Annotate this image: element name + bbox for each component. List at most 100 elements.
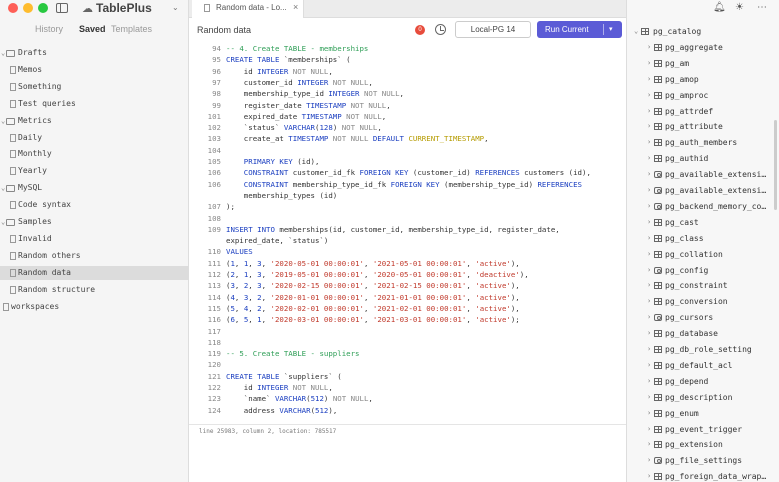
table-item[interactable]: › pg_aggregate [627,40,779,56]
chevron-right-icon[interactable]: › [647,278,651,294]
close-tab-icon[interactable]: × [293,2,298,12]
record-icon[interactable]: 0 [415,25,425,35]
code-token: ); [510,315,520,325]
table-item[interactable]: › pg_constraint [627,278,779,294]
chevron-right-icon[interactable]: › [647,453,651,469]
folder-item[interactable]: ⌄ Drafts [0,46,189,60]
query-item[interactable]: workspaces [0,300,189,314]
chevron-right-icon[interactable]: › [647,72,651,88]
more-icon[interactable]: ⋯ [757,2,767,13]
table-item[interactable]: › pg_class [627,231,779,247]
bell-icon[interactable]: 🔔︎ [713,2,726,13]
run-current-button[interactable]: Run Current ▾ [537,21,622,38]
chevron-right-icon[interactable]: › [647,374,651,390]
scrollbar[interactable] [774,120,777,210]
sql-editor[interactable]: 94 -- 4. Create TABLE - memberships 95 CREA… [189,43,626,423]
sidebar-toggle-icon[interactable] [56,3,68,13]
query-item[interactable]: Monthly [0,147,189,161]
close-window-button[interactable] [8,3,18,13]
table-item[interactable]: › pg_authid [627,151,779,167]
table-item[interactable]: › pg_event_trigger [627,422,779,438]
query-item[interactable]: Test queries [0,97,189,111]
chevron-right-icon[interactable]: › [647,135,651,151]
view-item[interactable]: › pg_file_settings [627,453,779,469]
view-item[interactable]: › pg_available_extensi… [627,183,779,199]
chevron-right-icon[interactable]: › [647,56,651,72]
code-token: INTEGER [257,66,289,76]
query-item[interactable]: Daily [0,131,189,145]
chevron-right-icon[interactable]: › [647,390,651,406]
chevron-right-icon[interactable]: › [647,231,651,247]
app-name[interactable]: TablePlus [96,1,152,15]
code-token: register_date [226,100,307,110]
folder-item[interactable]: ⌄ Metrics [0,114,189,128]
sun-icon[interactable]: ☀ [735,2,744,13]
chevron-down-icon[interactable]: ⌄ [172,3,179,12]
chevron-right-icon[interactable]: › [647,310,651,326]
table-item[interactable]: › pg_conversion [627,294,779,310]
table-item[interactable]: › pg_am [627,56,779,72]
table-item[interactable]: › pg_db_role_setting [627,342,779,358]
folder-item[interactable]: ⌄ Samples [0,215,189,229]
connection-selector[interactable]: Local-PG 14 [455,21,531,38]
tab-history[interactable]: History [35,24,63,34]
table-item[interactable]: › pg_description [627,390,779,406]
maximize-window-button[interactable] [38,3,48,13]
chevron-right-icon[interactable]: › [647,469,651,482]
chevron-right-icon[interactable]: › [647,406,651,422]
chevron-right-icon[interactable]: › [647,167,651,183]
tab-templates[interactable]: Templates [111,24,152,34]
chevron-right-icon[interactable]: › [647,104,651,120]
query-item[interactable]: Something [0,80,189,94]
view-item[interactable]: › pg_cursors [627,310,779,326]
query-item[interactable]: Memos [0,63,189,77]
chevron-right-icon[interactable]: › [647,437,651,453]
query-item[interactable]: Invalid [0,232,189,246]
table-item[interactable]: › pg_attribute [627,119,779,135]
chevron-right-icon[interactable]: › [647,183,651,199]
table-item[interactable]: › pg_enum [627,406,779,422]
chevron-right-icon[interactable]: › [647,263,651,279]
query-item[interactable]: Random others [0,249,189,263]
table-item[interactable]: › pg_cast [627,215,779,231]
view-item[interactable]: › pg_available_extensi… [627,167,779,183]
schema-item[interactable]: ⌄ pg_catalog [627,24,779,40]
line-number: 102 [207,123,221,133]
chevron-right-icon[interactable]: › [647,40,651,56]
table-item[interactable]: › pg_foreign_data_wrap… [627,469,779,482]
table-item[interactable]: › pg_extension [627,437,779,453]
view-item[interactable]: › pg_config [627,263,779,279]
table-item[interactable]: › pg_auth_members [627,135,779,151]
chevron-down-icon[interactable]: ⌄ [634,24,638,40]
tab-saved[interactable]: Saved [79,24,106,34]
history-icon[interactable] [435,24,446,35]
table-item[interactable]: › pg_depend [627,374,779,390]
query-item[interactable]: Yearly [0,164,189,178]
chevron-right-icon[interactable]: › [647,88,651,104]
table-item[interactable]: › pg_collation [627,247,779,263]
minimize-window-button[interactable] [23,3,33,13]
code-line: membership_types (id) [189,190,626,201]
table-item[interactable]: › pg_amproc [627,88,779,104]
query-item[interactable]: Code syntax [0,198,189,212]
chevron-right-icon[interactable]: › [647,119,651,135]
chevron-right-icon[interactable]: › [647,422,651,438]
chevron-right-icon[interactable]: › [647,358,651,374]
chevron-right-icon[interactable]: › [647,294,651,310]
tab-random-data[interactable]: Random data - Lo... × [192,0,304,18]
chevron-right-icon[interactable]: › [647,326,651,342]
chevron-right-icon[interactable]: › [647,151,651,167]
chevron-right-icon[interactable]: › [647,342,651,358]
table-item[interactable]: › pg_default_acl [627,358,779,374]
table-item[interactable]: › pg_amop [627,72,779,88]
table-item[interactable]: › pg_attrdef [627,104,779,120]
folder-item[interactable]: ⌄ MySQL [0,181,189,195]
query-item[interactable]: Random data [0,265,189,280]
chevron-down-icon[interactable]: ▾ [609,21,613,38]
chevron-right-icon[interactable]: › [647,247,651,263]
chevron-right-icon[interactable]: › [647,199,651,215]
query-item[interactable]: Random structure [0,283,189,297]
chevron-right-icon[interactable]: › [647,215,651,231]
view-item[interactable]: › pg_backend_memory_co… [627,199,779,215]
table-item[interactable]: › pg_database [627,326,779,342]
